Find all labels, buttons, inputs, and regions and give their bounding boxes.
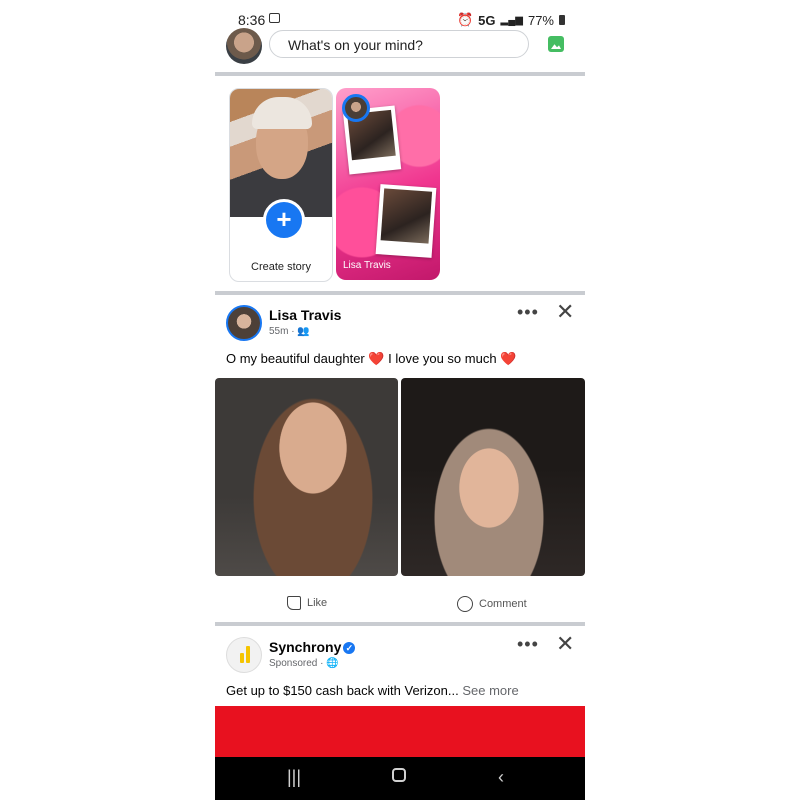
heart-icon: ❤️ — [368, 351, 385, 366]
comment-button[interactable]: Comment — [457, 596, 527, 612]
sponsor-name[interactable]: Synchrony ✓ — [269, 639, 356, 655]
thumbs-up-icon — [287, 596, 301, 610]
system-nav-bar: ||| ‹ — [215, 757, 585, 800]
ad-banner-image[interactable] — [215, 706, 585, 757]
network-label: 5G — [478, 12, 496, 28]
more-options-icon[interactable]: ••• — [517, 302, 539, 323]
ad-text-body: Get up to $150 cash back with Verizon... — [226, 683, 459, 698]
post-text: O my beautiful daughter ❤️ I love you so… — [226, 351, 516, 367]
phone-screen: 8:36 ⏰ 5G ▂▄▆ 77% What's on your mind? +… — [215, 0, 585, 800]
battery-percent: 77% — [527, 12, 554, 28]
post-photo-daughter[interactable] — [215, 378, 398, 576]
section-divider — [215, 72, 585, 76]
create-story-label: Create story — [251, 261, 311, 273]
whats-on-your-mind-input[interactable]: What's on your mind? — [269, 30, 529, 58]
like-label: Like — [307, 597, 328, 609]
stories-tray: + Create story Lisa Travis — [215, 86, 585, 286]
section-divider — [215, 291, 585, 295]
heart-icon: ❤️ — [500, 351, 517, 366]
back-icon[interactable]: ‹ — [498, 767, 504, 788]
sponsor-name-text: Synchrony — [269, 639, 342, 655]
post-author-name[interactable]: Lisa Travis — [269, 307, 341, 323]
more-options-icon[interactable]: ••• — [517, 634, 539, 655]
post-text-part1: O my beautiful daughter — [226, 351, 369, 366]
sponsored-label: Sponsored — [269, 658, 318, 669]
see-more-link[interactable]: See more — [462, 683, 518, 698]
post-time[interactable]: 55m — [269, 326, 288, 337]
comment-icon — [457, 596, 473, 612]
post-composer: What's on your mind? — [215, 28, 585, 72]
sponsor-meta: Sponsored · 🌐 — [269, 658, 339, 669]
story-name: Lisa Travis — [343, 260, 391, 271]
create-story-photo — [230, 89, 332, 217]
close-icon[interactable]: ✕ — [556, 631, 574, 657]
verified-badge-icon: ✓ — [343, 642, 356, 654]
friends-audience-icon: 👥 — [297, 326, 310, 337]
plus-icon[interactable]: + — [263, 199, 305, 241]
status-time: 8:36 — [238, 12, 266, 28]
post-text-part2: I love you so much — [384, 351, 501, 366]
post-author-avatar[interactable] — [226, 305, 262, 341]
comment-label: Comment — [479, 598, 527, 610]
section-divider — [215, 622, 585, 626]
create-story-card[interactable]: + Create story — [229, 88, 333, 282]
story-avatar — [342, 94, 370, 122]
close-icon[interactable]: ✕ — [556, 299, 574, 325]
status-right: ⏰ 5G ▂▄▆ 77% — [457, 12, 565, 28]
gallery-notification-icon — [269, 13, 280, 23]
story-card-lisa-travis[interactable]: Lisa Travis — [336, 88, 440, 280]
battery-icon — [559, 15, 565, 25]
post-meta: 55m · 👥 — [269, 326, 310, 337]
user-avatar[interactable] — [226, 28, 262, 64]
ad-text: Get up to $150 cash back with Verizon...… — [226, 683, 519, 698]
recent-apps-icon[interactable]: ||| — [287, 767, 301, 788]
like-button[interactable]: Like — [287, 596, 327, 610]
home-icon[interactable] — [392, 768, 406, 782]
story-photo-2 — [375, 184, 437, 258]
alarm-icon: ⏰ — [456, 12, 474, 27]
post-photo-mother[interactable] — [401, 378, 585, 576]
signal-icon: ▂▄▆ — [500, 14, 523, 26]
synchrony-logo[interactable] — [226, 637, 262, 673]
photo-icon[interactable] — [548, 36, 564, 52]
globe-icon: 🌐 — [326, 658, 339, 669]
post-actions: Like Comment — [215, 590, 585, 618]
